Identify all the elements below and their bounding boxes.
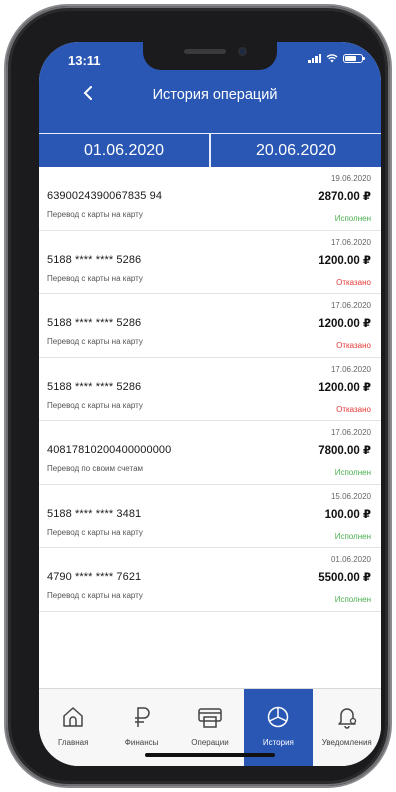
operation-description: Перевод с карты на карту: [47, 591, 143, 600]
home-indicator[interactable]: [145, 753, 275, 757]
operation-amount: 2870.00 ₽: [318, 191, 371, 203]
operation-date: 01.06.2020: [330, 555, 371, 564]
operation-date: 17.06.2020: [330, 301, 371, 310]
signal-icon: [308, 53, 321, 63]
operation-amount: 7800.00 ₽: [318, 445, 371, 457]
operation-account: 6390024390067835 94: [47, 190, 163, 202]
operation-description: Перевод с карты на карту: [47, 273, 143, 283]
bell-icon: [335, 689, 359, 734]
operation-account: 5188 **** **** 5286: [47, 253, 142, 266]
tab-home[interactable]: Главная: [39, 689, 107, 766]
home-icon: [61, 689, 85, 734]
operation-amount: 1200.00 ₽: [318, 381, 371, 394]
operation-date: 19.06.2020: [330, 174, 371, 183]
operation-row[interactable]: 4790 **** **** 7621 Перевод с карты на ка…: [39, 548, 381, 612]
tab-label: Главная: [57, 738, 89, 747]
tab-label: Уведомления: [321, 738, 372, 747]
status-icons: [308, 53, 365, 63]
operation-status: Исполнен: [334, 595, 371, 604]
page-title: История операций: [152, 87, 278, 103]
operation-row[interactable]: 5188 **** **** 5286 Перевод с карты на ка…: [39, 294, 381, 358]
tab-label: Операции: [191, 738, 229, 747]
operation-row[interactable]: 5188 **** **** 3481 Перевод с карты на ка…: [39, 485, 381, 548]
operation-status: Исполнен: [334, 214, 371, 223]
operation-date: 17.06.2020: [330, 428, 371, 437]
operations-list: 6390024390067835 94 Перевод с карты на ка…: [39, 167, 381, 612]
operation-status: Исполнен: [334, 468, 371, 477]
app-screen: 13:11 История операций 01.06.2020 20.06.…: [39, 42, 381, 766]
operation-description: Перевод с карты на карту: [47, 527, 143, 537]
status-time: 13:11: [68, 53, 101, 68]
operation-status: Отказано: [336, 341, 371, 350]
tab-bell[interactable]: Уведомления: [313, 689, 381, 766]
operation-amount: 1200.00 ₽: [318, 318, 371, 330]
date-from-field[interactable]: 01.06.2020: [39, 134, 209, 167]
date-to-field[interactable]: 20.06.2020: [209, 134, 381, 167]
operation-row[interactable]: 5188 **** **** 5286 Перевод с карты на ка…: [39, 231, 381, 294]
operation-account: 5188 **** **** 5286: [47, 380, 142, 393]
operation-amount: 1200.00 ₽: [318, 254, 371, 267]
operation-account: 40817810200400000000: [47, 444, 172, 456]
operation-description: Перевод с карты на карту: [47, 210, 143, 219]
wifi-icon: [326, 54, 338, 63]
pie-chart-icon: [266, 689, 290, 734]
notch: [143, 42, 277, 70]
tab-label: История: [262, 738, 294, 747]
operation-account: 5188 **** **** 3481: [47, 507, 142, 520]
tab-label: Финансы: [124, 738, 159, 747]
phone-frame: 13:11 История операций 01.06.2020 20.06.…: [6, 6, 390, 786]
ruble-icon: [130, 689, 154, 734]
camera: [238, 47, 247, 56]
operation-row[interactable]: 40817810200400000000 Перевод по своим сче…: [39, 421, 381, 485]
operation-row[interactable]: 6390024390067835 94 Перевод с карты на ка…: [39, 167, 381, 231]
operation-account: 4790 **** **** 7621: [47, 571, 142, 583]
operation-amount: 5500.00 ₽: [318, 572, 371, 584]
operation-description: Перевод по своим счетам: [47, 464, 144, 473]
speaker: [184, 49, 226, 54]
battery-icon: [343, 53, 365, 63]
operation-date: 17.06.2020: [330, 237, 371, 247]
operation-row[interactable]: 5188 **** **** 5286 Перевод с карты на ка…: [39, 358, 381, 421]
operation-date: 17.06.2020: [330, 364, 371, 374]
operation-status: Отказано: [336, 277, 371, 287]
operation-status: Исполнен: [334, 531, 371, 541]
period-selector: 01.06.2020 20.06.2020: [39, 133, 381, 167]
operation-date: 15.06.2020: [330, 491, 371, 501]
printer-icon: [196, 689, 224, 734]
operation-amount: 100.00 ₽: [324, 508, 371, 521]
operation-status: Отказано: [336, 404, 371, 414]
operation-description: Перевод с карты на карту: [47, 400, 143, 410]
operation-account: 5188 **** **** 5286: [47, 317, 142, 329]
operation-description: Перевод с карты на карту: [47, 337, 143, 346]
